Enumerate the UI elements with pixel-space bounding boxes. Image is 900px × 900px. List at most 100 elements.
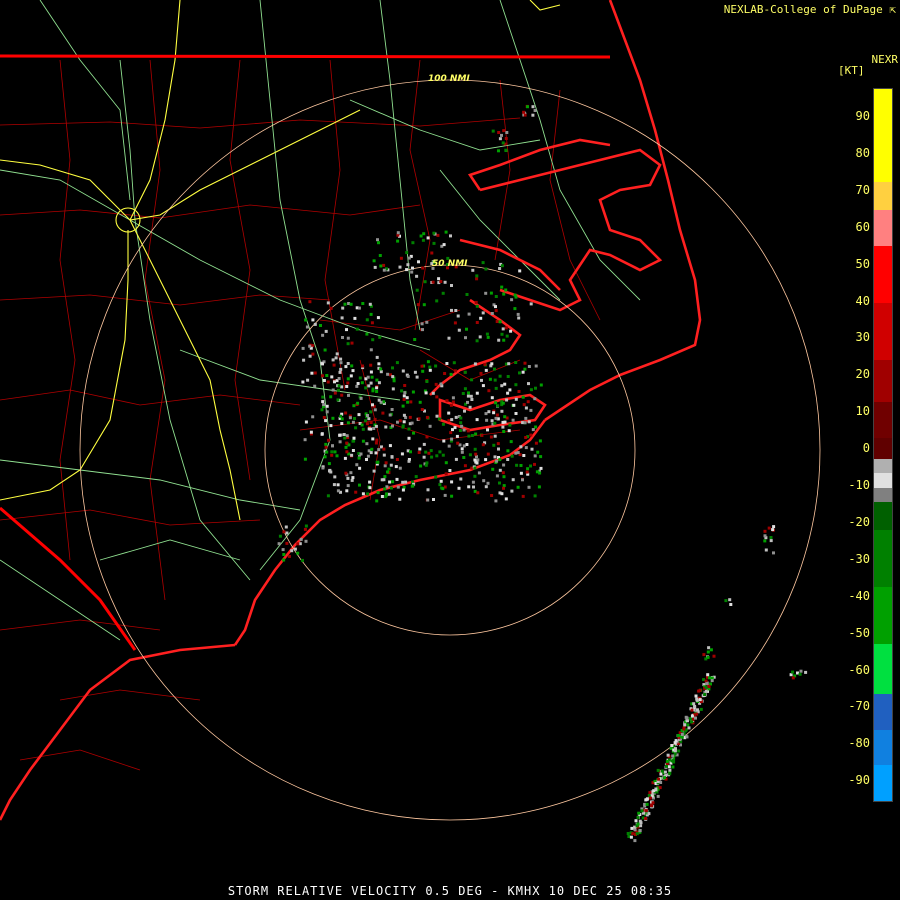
echo-pixel (481, 311, 485, 315)
echo-pixel (658, 786, 662, 790)
echo-pixel (321, 395, 325, 399)
echo-pixel (357, 306, 361, 310)
echo-pixel (401, 369, 405, 373)
echo-pixel (496, 404, 500, 408)
echo-pixel (435, 414, 439, 418)
echo-pixel (498, 374, 502, 378)
echo-pixel (350, 364, 354, 368)
legend-color-segment (874, 437, 892, 460)
echo-pixel (331, 416, 335, 420)
echo-pixel (764, 548, 768, 552)
echo-pixel (444, 230, 448, 234)
echo-pixel (698, 688, 702, 692)
legend-tick-label: 90 (855, 109, 870, 123)
echo-pixel (494, 499, 498, 503)
echo-pixel (507, 362, 511, 366)
echo-pixel (466, 429, 470, 433)
legend-tick-label: 20 (855, 367, 870, 382)
echo-pixel (490, 419, 494, 423)
echo-pixel (496, 442, 500, 446)
echo-pixel (500, 384, 504, 388)
echo-pixel (412, 431, 415, 435)
echo-pixel (407, 427, 411, 431)
echo-pixel (707, 685, 711, 688)
echo-pixel (398, 419, 402, 423)
echo-pixel (372, 259, 376, 263)
legend-color-segment (874, 530, 892, 588)
echo-pixel (708, 676, 711, 680)
echo-pixel (369, 370, 373, 374)
echo-pixel (459, 416, 463, 420)
range-ring-label-50: 50 NMI (432, 259, 468, 269)
echo-pixel (454, 415, 458, 419)
echo-pixel (485, 332, 489, 336)
echo-pixel (426, 236, 430, 240)
echo-pixel (296, 542, 300, 546)
echo-pixel (420, 364, 424, 368)
echo-pixel (404, 480, 408, 484)
echo-pixel (484, 458, 488, 462)
legend-tick-label: -90 (848, 773, 870, 788)
legend-color-segment (874, 359, 892, 403)
echo-pixel (500, 332, 504, 336)
echo-pixel (383, 464, 387, 468)
echo-pixel (384, 461, 388, 465)
echo-pixel (341, 306, 345, 310)
echo-pixel (443, 493, 447, 497)
echo-pixel (474, 452, 478, 456)
echo-pixel (330, 375, 334, 379)
echo-pixel (346, 421, 350, 425)
legend-color-segment (874, 402, 892, 438)
echo-pixel (339, 414, 343, 418)
echo-pixel (398, 497, 402, 501)
legend-tick-label: 50 (855, 256, 870, 271)
echo-pixel (526, 400, 530, 404)
echo-pixel (341, 336, 344, 339)
echo-pixel (349, 302, 353, 306)
echo-pixel (467, 312, 471, 316)
echo-pixel (471, 268, 475, 272)
echo-pixel (449, 234, 452, 238)
echo-pixel (407, 459, 411, 463)
echo-pixel (398, 265, 402, 269)
echo-pixel (470, 378, 474, 382)
echo-pixel (461, 392, 465, 395)
echo-pixel (521, 494, 525, 498)
echo-pixel (329, 424, 333, 428)
echo-pixel (337, 388, 340, 392)
echo-pixel (422, 232, 426, 236)
radar-map[interactable] (0, 0, 900, 900)
echo-pixel (370, 447, 374, 451)
echo-pixel (518, 269, 522, 273)
echo-pixel (539, 466, 543, 470)
echo-pixel (415, 288, 419, 292)
echo-pixel (502, 129, 506, 133)
echo-pixel (450, 284, 453, 287)
echo-pixel (505, 398, 509, 402)
echo-pixel (437, 417, 441, 421)
echo-pixel (690, 714, 694, 718)
legend-tick-label: 60 (855, 219, 870, 234)
echo-pixel (394, 465, 398, 469)
echo-pixel (381, 411, 385, 415)
echo-pixel (326, 380, 330, 384)
echo-pixel (519, 445, 523, 449)
echo-pixel (763, 534, 767, 538)
echo-pixel (373, 417, 377, 421)
echo-pixel (311, 318, 315, 322)
echo-pixel (325, 374, 329, 377)
echo-pixel (386, 372, 390, 376)
echo-pixel (360, 381, 364, 385)
echo-pixel (323, 455, 327, 459)
echo-pixel (460, 447, 464, 451)
echo-pixel (343, 456, 347, 460)
echo-pixel (361, 439, 365, 443)
echo-pixel (401, 424, 405, 428)
echo-pixel (651, 801, 655, 805)
echo-pixel (285, 541, 289, 545)
echo-pixel (494, 295, 498, 298)
echo-pixel (308, 354, 312, 358)
legend-tick-label: 80 (855, 145, 870, 160)
echo-pixel (672, 759, 675, 763)
echo-pixel (354, 490, 358, 494)
